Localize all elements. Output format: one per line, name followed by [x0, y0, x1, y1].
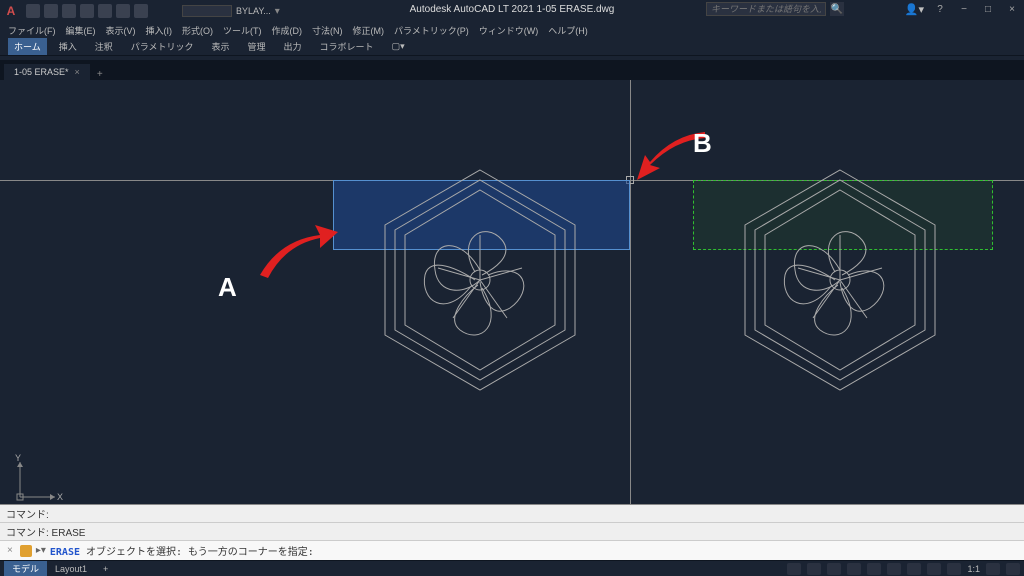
search-box: 🔍 [706, 2, 844, 16]
qat-open-icon[interactable] [44, 4, 58, 18]
menu-bar: ファイル(F) 編集(E) 表示(V) 挿入(I) 形式(O) ツール(T) 作… [0, 22, 1024, 38]
ucs-icon: X Y [10, 457, 60, 510]
doc-tab-close-icon[interactable]: × [75, 67, 80, 77]
doc-tab-add-button[interactable]: + [92, 69, 108, 80]
status-osnap-icon[interactable] [887, 563, 901, 575]
signin-icon[interactable]: 👤▾ [905, 3, 924, 16]
menu-format[interactable]: 形式(O) [178, 24, 217, 37]
command-history-2: コマンド: ERASE [0, 523, 1024, 541]
menu-help[interactable]: ヘルプ(H) [544, 24, 592, 37]
menu-window[interactable]: ウィンドウ(W) [475, 24, 543, 37]
status-bar: モデル Layout1 + 1:1 [0, 560, 1024, 576]
status-transparency-icon[interactable] [947, 563, 961, 575]
menu-file[interactable]: ファイル(F) [4, 24, 60, 37]
status-grid-icon[interactable] [807, 563, 821, 575]
title-bar: A BYLAY... ▾ Autodesk AutoCAD LT 2021 1-… [0, 0, 1024, 22]
status-polar-icon[interactable] [867, 563, 881, 575]
menu-tools[interactable]: ツール(T) [219, 24, 266, 37]
qat-new-icon[interactable] [26, 4, 40, 18]
doc-tab-label: 1-05 ERASE* [14, 67, 69, 77]
menu-edit[interactable]: 編集(E) [62, 24, 100, 37]
command-prompt: ERASE オブジェクトを選択: もう一方のコーナーを指定: [50, 543, 314, 558]
command-history-1: コマンド: [0, 505, 1024, 523]
command-run-icon[interactable] [20, 545, 32, 557]
status-ortho-icon[interactable] [847, 563, 861, 575]
svg-text:Y: Y [15, 453, 21, 463]
tab-output[interactable]: 出力 [278, 38, 308, 55]
drawing-canvas[interactable]: A B X Y [0, 80, 1024, 520]
layout-add-button[interactable]: + [95, 563, 116, 575]
drawing-object-left [360, 160, 600, 443]
qat-save-icon[interactable] [62, 4, 76, 18]
annotation-arrow-a [250, 220, 340, 290]
tab-collaborate[interactable]: コラボレート [314, 38, 380, 55]
annotation-label-a: A [218, 272, 237, 303]
status-lwt-icon[interactable] [927, 563, 941, 575]
menu-draw[interactable]: 作成(D) [268, 24, 307, 37]
command-chevron-icon: ▸▾ [36, 545, 46, 556]
annotation-label-b: B [693, 128, 712, 159]
layout-tab[interactable]: Layout1 [47, 563, 95, 575]
status-customize-icon[interactable] [1006, 563, 1020, 575]
qat-redo-icon[interactable] [134, 4, 148, 18]
command-input-row[interactable]: × ▸▾ ERASE オブジェクトを選択: もう一方のコーナーを指定: [0, 541, 1024, 560]
menu-modify[interactable]: 修正(M) [349, 24, 389, 37]
status-snap-icon[interactable] [827, 563, 841, 575]
svg-text:X: X [57, 492, 63, 502]
tab-parametric[interactable]: パラメトリック [125, 38, 200, 55]
ribbon-tabs: ホーム 挿入 注釈 パラメトリック 表示 管理 出力 コラボレート ▢▾ [0, 38, 1024, 56]
status-otrack-icon[interactable] [907, 563, 921, 575]
search-input[interactable] [706, 2, 826, 16]
menu-parametric[interactable]: パラメトリック(P) [390, 24, 473, 37]
status-gear-icon[interactable] [986, 563, 1000, 575]
command-close-icon[interactable]: × [4, 545, 16, 556]
status-model-icon[interactable] [787, 563, 801, 575]
tab-manage[interactable]: 管理 [242, 38, 272, 55]
crosshair-vertical [630, 80, 631, 520]
tab-insert[interactable]: 挿入 [53, 38, 83, 55]
dropdown-icon: ▾ [275, 6, 280, 17]
bylayer-label: BYLAY... [236, 6, 271, 16]
tab-view[interactable]: 表示 [206, 38, 236, 55]
command-name: ERASE [50, 547, 80, 558]
quick-access-toolbar [26, 4, 148, 18]
color-swatch [182, 5, 232, 17]
command-line-area: コマンド: コマンド: ERASE × ▸▾ ERASE オブジェクトを選択: … [0, 504, 1024, 560]
drawing-object-right [720, 160, 960, 443]
menu-insert[interactable]: 挿入(I) [142, 24, 177, 37]
document-tabs: 1-05 ERASE* × + [0, 60, 1024, 80]
doc-tab-erase[interactable]: 1-05 ERASE* × [4, 64, 90, 80]
layer-color-control[interactable]: BYLAY... ▾ [182, 5, 280, 17]
help-icon[interactable]: ? [932, 2, 948, 16]
command-prompt-text: オブジェクトを選択: もう一方のコーナーを指定: [80, 547, 314, 558]
search-icon[interactable]: 🔍 [830, 2, 844, 16]
ribbon-box-icon[interactable]: ▢▾ [386, 39, 411, 54]
status-right-cluster: 1:1 [787, 563, 1020, 575]
minimize-button[interactable]: − [956, 2, 972, 16]
menu-dimension[interactable]: 寸法(N) [308, 24, 347, 37]
app-logo: A [4, 4, 18, 18]
qat-saveas-icon[interactable] [80, 4, 94, 18]
maximize-button[interactable]: □ [980, 2, 996, 16]
tab-annotate[interactable]: 注釈 [89, 38, 119, 55]
model-tab[interactable]: モデル [4, 561, 47, 576]
tab-home[interactable]: ホーム [8, 38, 47, 55]
status-scale[interactable]: 1:1 [967, 564, 980, 574]
qat-plot-icon[interactable] [98, 4, 112, 18]
qat-undo-icon[interactable] [116, 4, 130, 18]
menu-view[interactable]: 表示(V) [102, 24, 140, 37]
close-button[interactable]: × [1004, 2, 1020, 16]
window-title: Autodesk AutoCAD LT 2021 1-05 ERASE.dwg [410, 4, 615, 15]
